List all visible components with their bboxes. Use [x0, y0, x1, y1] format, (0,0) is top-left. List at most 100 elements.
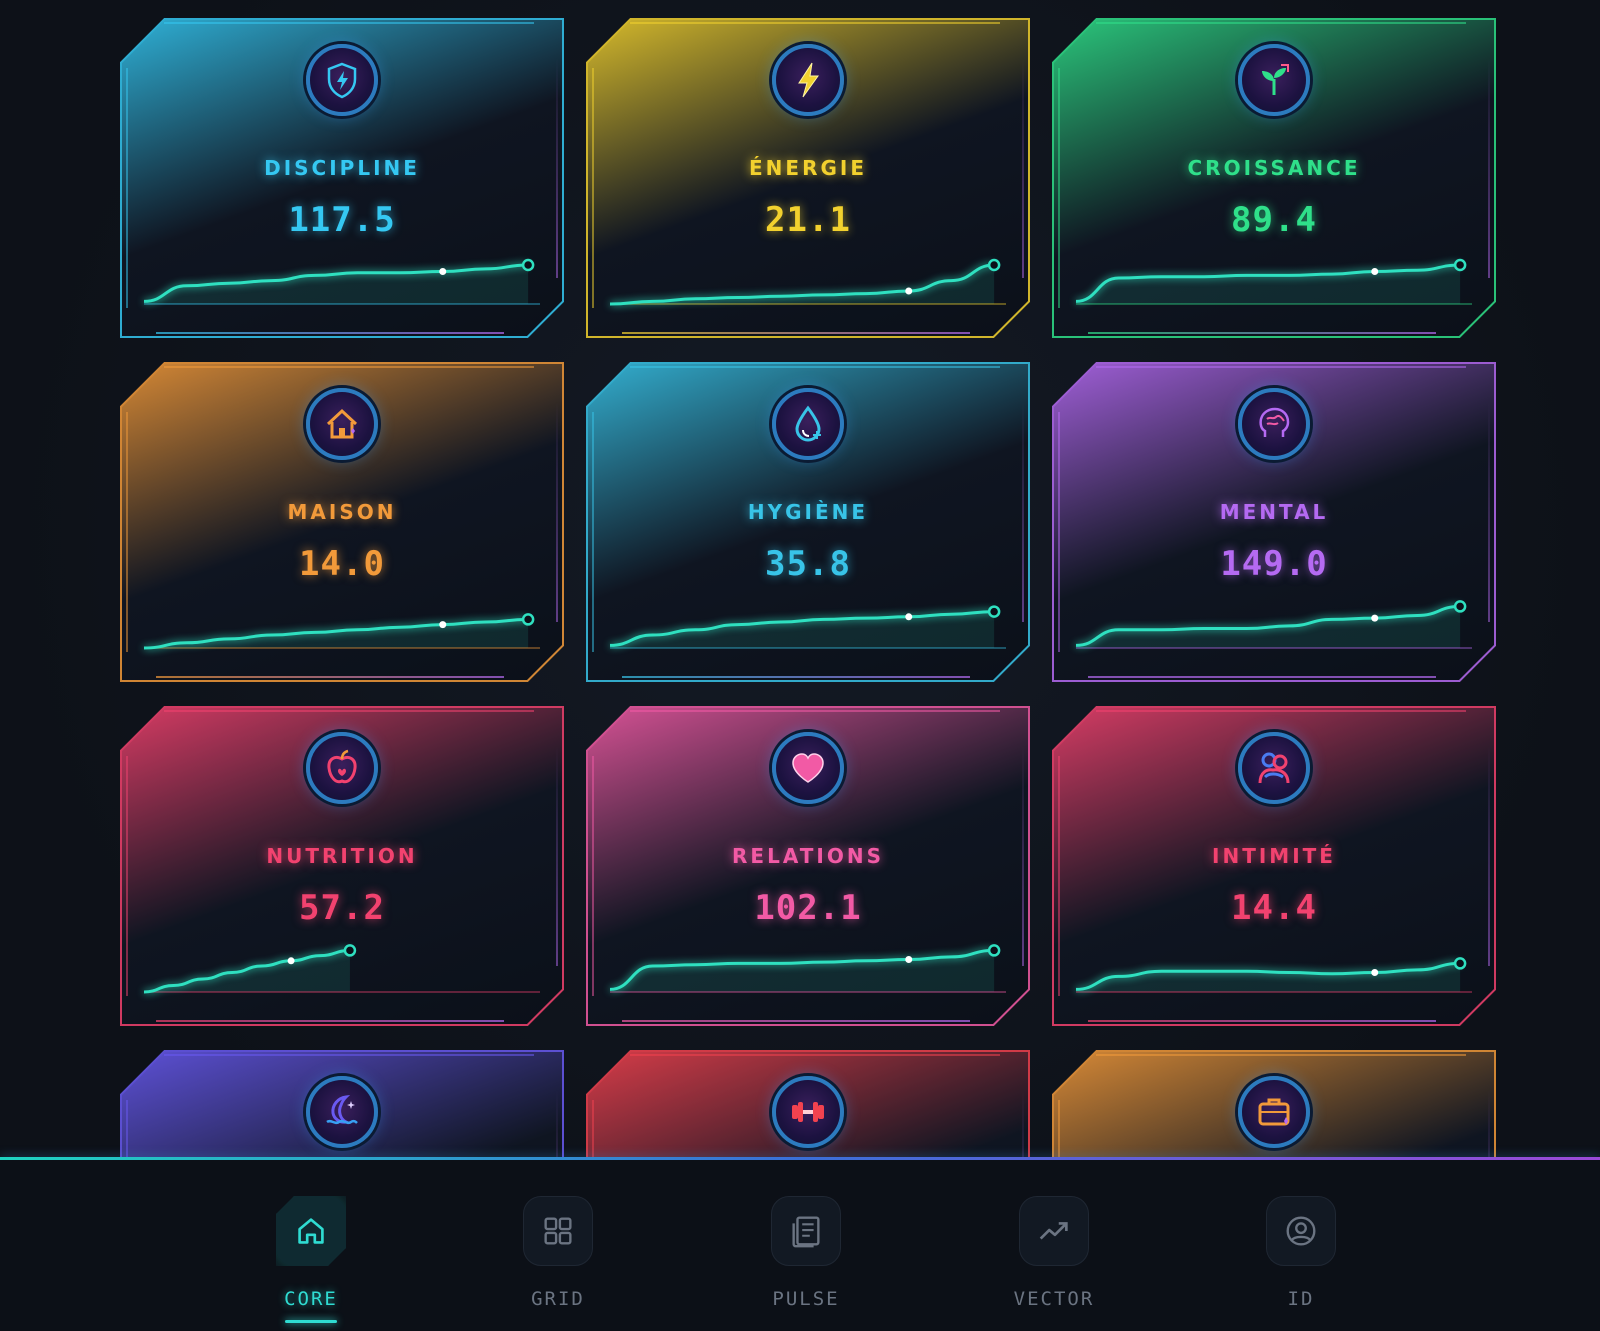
card-value: 89.4 — [1231, 200, 1317, 240]
trend-sparkline — [144, 936, 540, 996]
stat-card-discipline[interactable]: DISCIPLINE 117.5 — [120, 18, 564, 338]
card-label: ÉNERGIE — [749, 156, 867, 180]
embrace-icon — [1253, 747, 1295, 789]
card-value: 57.2 — [299, 888, 385, 928]
nav-icon-button[interactable] — [1019, 1196, 1089, 1266]
card-accent-line — [126, 412, 128, 652]
card-accent-line — [556, 1090, 558, 1158]
card-accent-line — [1058, 756, 1060, 996]
house-medal — [306, 388, 378, 460]
card-label: DISCIPLINE — [264, 156, 420, 180]
card-accent-line — [156, 1020, 504, 1022]
card-accent-line — [164, 1054, 534, 1056]
nav-grid[interactable]: GRID — [488, 1196, 628, 1316]
nav-id[interactable]: ID — [1231, 1196, 1371, 1316]
card-accent-line — [592, 68, 594, 308]
brain-head-icon — [1253, 403, 1295, 445]
card-accent-line — [630, 1054, 1000, 1056]
card-value: 102.1 — [754, 888, 862, 928]
card-value: 149.0 — [1220, 544, 1328, 584]
stat-card-fitness[interactable] — [586, 1050, 1030, 1158]
nav-icon-button[interactable] — [523, 1196, 593, 1266]
stat-card-sleep[interactable] — [120, 1050, 564, 1158]
card-accent-line — [1096, 22, 1466, 24]
stat-card-energie[interactable]: ÉNERGIE 21.1 — [586, 18, 1030, 338]
card-accent-line — [592, 1100, 594, 1158]
nav-icon-button[interactable] — [771, 1196, 841, 1266]
card-accent-line — [164, 366, 534, 368]
stat-card-hygiene[interactable]: HYGIÈNE 35.8 — [586, 362, 1030, 682]
nav-icon-button[interactable] — [1266, 1196, 1336, 1266]
sparkline-point — [905, 613, 912, 620]
card-value: 14.4 — [1231, 888, 1317, 928]
stat-card-work[interactable] — [1052, 1050, 1496, 1158]
card-label: NUTRITION — [266, 844, 418, 868]
card-label: HYGIÈNE — [747, 500, 869, 524]
trend-sparkline — [144, 248, 540, 308]
trend-sparkline — [1076, 248, 1472, 308]
nav-label: CORE — [284, 1288, 338, 1310]
bottom-navigation: CORE GRID PULSE VECTOR ID — [0, 1160, 1600, 1331]
card-label: INTIMITÉ — [1212, 844, 1336, 868]
nav-icon-button[interactable] — [276, 1196, 346, 1266]
stat-card-nutrition[interactable]: NUTRITION 57.2 — [120, 706, 564, 1026]
card-accent-line — [1088, 1020, 1436, 1022]
sparkline-endpoint — [989, 945, 999, 955]
card-accent-line — [630, 710, 1000, 712]
house-icon — [321, 403, 363, 445]
stats-grid[interactable]: DISCIPLINE 117.5 ÉNERGIE 21.1 CROISSANCE… — [0, 0, 1600, 1158]
dumbbell-icon — [787, 1091, 829, 1133]
card-accent-line — [630, 366, 1000, 368]
nav-pulse[interactable]: PULSE — [736, 1196, 876, 1316]
sprout-growth-medal — [1238, 44, 1310, 116]
lightning-medal — [772, 44, 844, 116]
stat-card-maison[interactable]: MAISON 14.0 — [120, 362, 564, 682]
trend-sparkline — [144, 592, 540, 652]
card-accent-line — [1022, 1090, 1024, 1158]
card-accent-line — [622, 1020, 970, 1022]
card-accent-line — [156, 676, 504, 678]
trend-sparkline — [1076, 592, 1472, 652]
card-accent-line — [1096, 1054, 1466, 1056]
card-accent-line — [1058, 412, 1060, 652]
stat-card-intimite[interactable]: INTIMITÉ 14.4 — [1052, 706, 1496, 1026]
app-root: DISCIPLINE 117.5 ÉNERGIE 21.1 CROISSANCE… — [0, 0, 1600, 1331]
briefcase-icon — [1253, 1091, 1295, 1133]
trend-sparkline — [610, 592, 1006, 652]
card-label: CROISSANCE — [1187, 156, 1361, 180]
sparkline-point — [439, 268, 446, 275]
brain-head-medal — [1238, 388, 1310, 460]
moon-wave-medal — [306, 1076, 378, 1148]
sparkline-point — [288, 957, 295, 964]
sparkline-point — [905, 956, 912, 963]
card-label: MENTAL — [1219, 500, 1329, 524]
stat-card-croissance[interactable]: CROISSANCE 89.4 — [1052, 18, 1496, 338]
sparkline-endpoint — [989, 607, 999, 617]
sparkline-endpoint — [523, 614, 533, 624]
shield-bolt-icon — [321, 59, 363, 101]
trend-up-icon — [1039, 1222, 1068, 1240]
sparkline-endpoint — [1455, 260, 1465, 270]
card-accent-line — [592, 412, 594, 652]
lightning-icon — [787, 59, 829, 101]
water-drop-icon — [787, 403, 829, 445]
stat-card-relations[interactable]: RELATIONS 102.1 — [586, 706, 1030, 1026]
trend-sparkline — [1076, 936, 1472, 996]
card-accent-line — [126, 756, 128, 996]
card-accent-line — [1058, 1100, 1060, 1158]
apple-icon — [321, 747, 363, 789]
sparkline-point — [905, 288, 912, 295]
card-value: 35.8 — [765, 544, 851, 584]
sparkline-endpoint — [523, 260, 533, 270]
stat-card-mental[interactable]: MENTAL 149.0 — [1052, 362, 1496, 682]
nav-label: VECTOR — [1013, 1288, 1095, 1310]
sparkline-area — [1076, 963, 1460, 992]
nav-label: PULSE — [772, 1288, 840, 1310]
sparkline-endpoint — [345, 945, 355, 955]
water-drop-medal — [772, 388, 844, 460]
nav-vector[interactable]: VECTOR — [984, 1196, 1124, 1316]
sparkline-point — [1371, 615, 1378, 622]
card-accent-line — [1058, 68, 1060, 308]
nav-core[interactable]: CORE — [241, 1196, 381, 1323]
shield-bolt-medal — [306, 44, 378, 116]
